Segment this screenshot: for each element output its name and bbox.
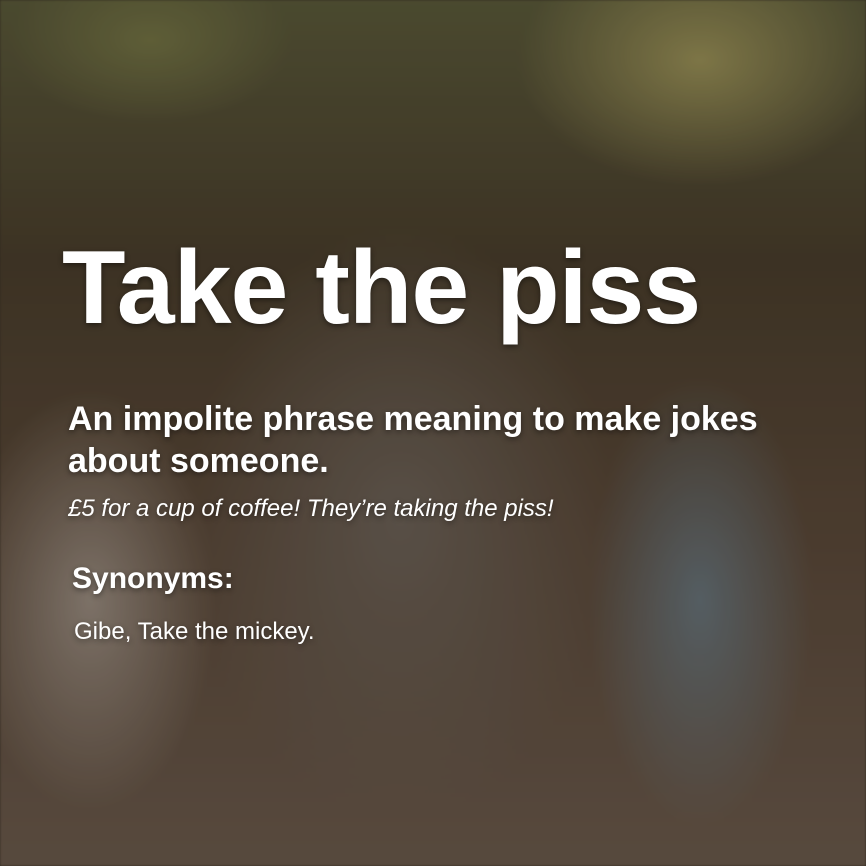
synonyms-list: Gibe, Take the mickey. bbox=[74, 618, 315, 645]
synonyms-heading: Synonyms: bbox=[72, 562, 234, 595]
usage-example: £5 for a cup of coffee! They’re taking t… bbox=[68, 495, 554, 522]
idiom-title: Take the piss bbox=[62, 230, 701, 346]
idiom-definition: An impolite phrase meaning to make jokes… bbox=[68, 400, 758, 480]
card-text: Take the piss An impolite phrase meaning… bbox=[0, 0, 866, 866]
idiom-card: Take the piss An impolite phrase meaning… bbox=[0, 0, 866, 866]
